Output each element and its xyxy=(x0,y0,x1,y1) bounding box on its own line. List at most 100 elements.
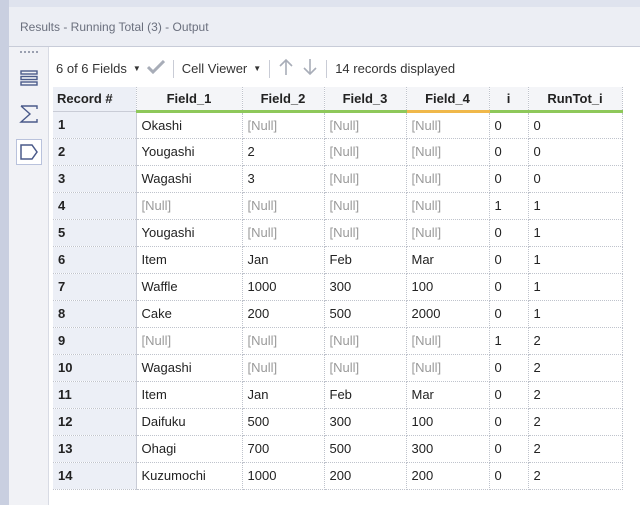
table-cell[interactable]: [Null] xyxy=(406,327,490,355)
table-row[interactable]: 13 Ohagi 700 500 300 0 2 xyxy=(53,435,623,463)
sigma-icon[interactable] xyxy=(16,101,42,127)
table-row[interactable]: 3 Wagashi 3 [Null] [Null] 0 0 xyxy=(53,165,623,193)
table-cell[interactable]: [Null] xyxy=(242,354,325,382)
table-row[interactable]: 5 Yougashi [Null] [Null] [Null] 0 1 xyxy=(53,219,623,247)
table-cell[interactable]: 500 xyxy=(324,435,407,463)
table-cell[interactable]: [Null] xyxy=(324,138,407,166)
table-cell[interactable]: [Null] xyxy=(324,192,407,220)
table-row[interactable]: 14 Kuzumochi 1000 200 200 0 2 xyxy=(53,462,623,490)
table-cell[interactable]: 2000 xyxy=(406,300,490,328)
table-cell[interactable]: 500 xyxy=(242,408,325,436)
table-cell[interactable]: Wagashi xyxy=(136,165,243,193)
table-cell[interactable]: 200 xyxy=(242,300,325,328)
table-cell[interactable]: [Null] xyxy=(136,327,243,355)
table-cell[interactable]: [Null] xyxy=(406,111,490,139)
table-cell[interactable]: 700 xyxy=(242,435,325,463)
table-cell[interactable]: [Null] xyxy=(324,327,407,355)
record-number-cell[interactable]: 3 xyxy=(53,165,137,193)
record-number-cell[interactable]: 5 xyxy=(53,219,137,247)
grip-handle[interactable] xyxy=(20,51,38,54)
table-cell[interactable]: Item xyxy=(136,381,243,409)
table-cell[interactable]: [Null] xyxy=(242,111,325,139)
table-cell[interactable]: Waffle xyxy=(136,273,243,301)
record-number-cell[interactable]: 9 xyxy=(53,327,137,355)
table-row[interactable]: 6 Item Jan Feb Mar 0 1 xyxy=(53,246,623,274)
column-header-i[interactable]: i xyxy=(489,87,529,113)
table-cell[interactable]: Mar xyxy=(406,246,490,274)
cell-viewer-dropdown[interactable]: Cell Viewer ▼ xyxy=(182,61,261,76)
record-number-cell[interactable]: 4 xyxy=(53,192,137,220)
table-cell[interactable]: Okashi xyxy=(136,111,243,139)
table-cell[interactable]: 1 xyxy=(528,246,623,274)
table-cell[interactable]: 0 xyxy=(489,219,529,247)
table-cell[interactable]: 1000 xyxy=(242,462,325,490)
table-cell[interactable]: 100 xyxy=(406,408,490,436)
table-cell[interactable]: [Null] xyxy=(406,192,490,220)
table-row[interactable]: 4 [Null] [Null] [Null] [Null] 1 1 xyxy=(53,192,623,220)
table-cell[interactable]: 0 xyxy=(528,111,623,139)
table-cell[interactable]: 1 xyxy=(528,219,623,247)
record-number-cell[interactable]: 10 xyxy=(53,354,137,382)
arrow-up-icon[interactable] xyxy=(278,58,294,79)
table-cell[interactable]: Jan xyxy=(242,381,325,409)
checkmark-icon[interactable] xyxy=(146,59,165,77)
table-cell[interactable]: [Null] xyxy=(406,354,490,382)
table-cell[interactable]: 2 xyxy=(528,327,623,355)
table-cell[interactable]: 200 xyxy=(406,462,490,490)
table-cell[interactable]: [Null] xyxy=(136,192,243,220)
table-cell[interactable]: [Null] xyxy=(406,219,490,247)
table-cell[interactable]: Jan xyxy=(242,246,325,274)
table-cell[interactable]: 0 xyxy=(489,300,529,328)
table-cell[interactable]: Mar xyxy=(406,381,490,409)
table-row[interactable]: 7 Waffle 1000 300 100 0 1 xyxy=(53,273,623,301)
table-cell[interactable]: 2 xyxy=(242,138,325,166)
table-cell[interactable]: Feb xyxy=(324,246,407,274)
column-header-field-4[interactable]: Field_4 xyxy=(406,87,490,113)
arrow-down-icon[interactable] xyxy=(302,58,318,79)
table-cell[interactable]: 2 xyxy=(528,435,623,463)
table-cell[interactable]: 1000 xyxy=(242,273,325,301)
table-cell[interactable]: 1 xyxy=(489,192,529,220)
list-view-icon[interactable] xyxy=(16,65,42,91)
column-header-field-1[interactable]: Field_1 xyxy=(136,87,243,113)
table-cell[interactable]: [Null] xyxy=(324,219,407,247)
record-number-cell[interactable]: 1 xyxy=(53,111,137,139)
table-cell[interactable]: 500 xyxy=(324,300,407,328)
table-cell[interactable]: 0 xyxy=(489,435,529,463)
table-cell[interactable]: 0 xyxy=(489,408,529,436)
table-cell[interactable]: Cake xyxy=(136,300,243,328)
table-cell[interactable]: 0 xyxy=(489,165,529,193)
table-cell[interactable]: 1 xyxy=(528,192,623,220)
table-cell[interactable]: 2 xyxy=(528,462,623,490)
table-cell[interactable]: [Null] xyxy=(324,354,407,382)
table-cell[interactable]: Feb xyxy=(324,381,407,409)
table-cell[interactable]: 100 xyxy=(406,273,490,301)
table-row[interactable]: 8 Cake 200 500 2000 0 1 xyxy=(53,300,623,328)
record-number-cell[interactable]: 11 xyxy=(53,381,137,409)
record-number-cell[interactable]: 8 xyxy=(53,300,137,328)
column-header-runtot-i[interactable]: RunTot_i xyxy=(528,87,623,113)
table-row[interactable]: 9 [Null] [Null] [Null] [Null] 1 2 xyxy=(53,327,623,355)
table-cell[interactable]: 3 xyxy=(242,165,325,193)
table-cell[interactable]: Yougashi xyxy=(136,138,243,166)
table-row[interactable]: 10 Wagashi [Null] [Null] [Null] 0 2 xyxy=(53,354,623,382)
table-cell[interactable]: Daifuku xyxy=(136,408,243,436)
table-cell[interactable]: 200 xyxy=(324,462,407,490)
table-cell[interactable]: 300 xyxy=(324,273,407,301)
record-number-cell[interactable]: 14 xyxy=(53,462,137,490)
table-cell[interactable]: 2 xyxy=(528,354,623,382)
table-cell[interactable]: 300 xyxy=(406,435,490,463)
record-number-cell[interactable]: 2 xyxy=(53,138,137,166)
table-row[interactable]: 1 Okashi [Null] [Null] [Null] 0 0 xyxy=(53,111,623,139)
fields-selector[interactable]: 6 of 6 Fields ▼ xyxy=(56,61,141,76)
record-number-cell[interactable]: 7 xyxy=(53,273,137,301)
table-cell[interactable]: 2 xyxy=(528,381,623,409)
table-cell[interactable]: Yougashi xyxy=(136,219,243,247)
column-header-field-3[interactable]: Field_3 xyxy=(324,87,407,113)
table-cell[interactable]: Item xyxy=(136,246,243,274)
table-cell[interactable]: [Null] xyxy=(242,219,325,247)
table-cell[interactable]: [Null] xyxy=(324,111,407,139)
table-cell[interactable]: [Null] xyxy=(406,138,490,166)
table-cell[interactable]: 300 xyxy=(324,408,407,436)
tag-icon[interactable] xyxy=(16,139,42,165)
